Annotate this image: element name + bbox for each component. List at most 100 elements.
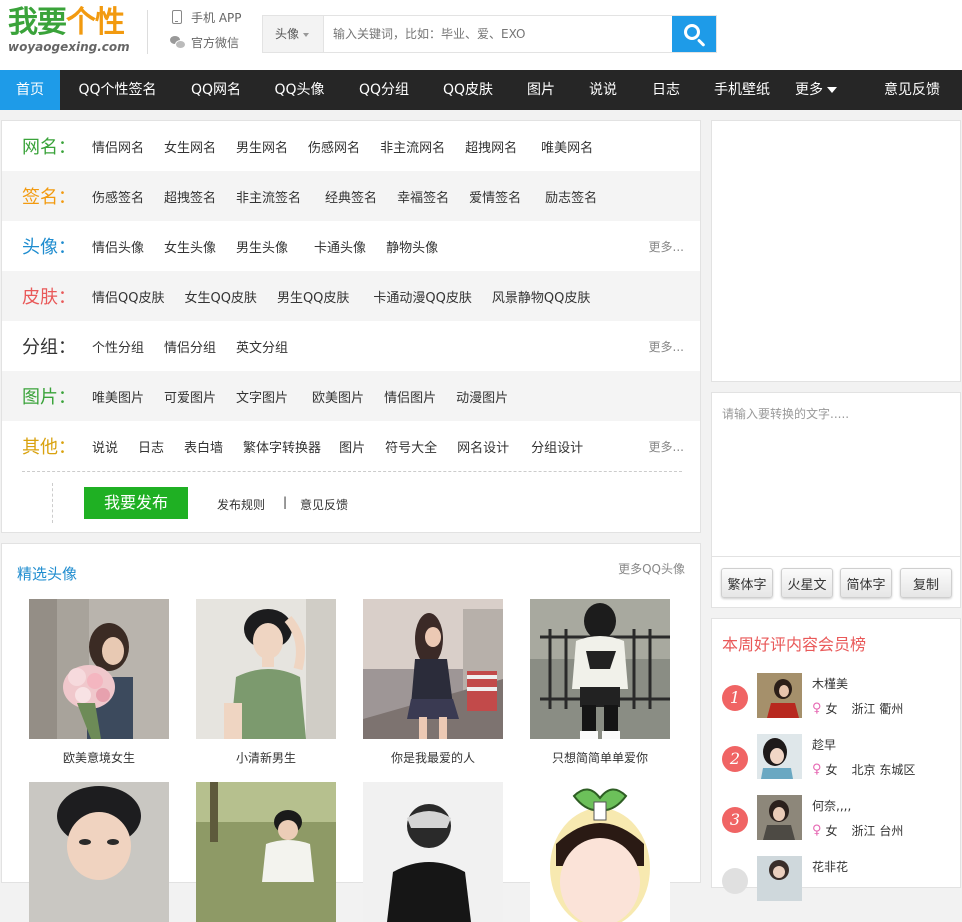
category-link[interactable]: 非主流签名 [236,187,301,206]
avatar-thumbnail[interactable] [196,782,336,922]
category-link[interactable]: 超拽网名 [465,137,517,156]
category-link[interactable]: 卡通头像 [314,237,366,256]
converter-input[interactable] [712,393,960,557]
member-name[interactable]: 花非花 [812,858,848,875]
wechat-link[interactable]: 官方微信 [170,33,242,51]
category-link[interactable]: 卡通动漫QQ皮肤 [373,287,471,306]
category-link[interactable]: 非主流网名 [380,137,445,156]
category-link[interactable]: 可爱图片 [164,387,216,406]
category-link[interactable]: 动漫图片 [456,387,508,406]
rank-item[interactable]: 3 何奈,,,, ♀ 女 浙江 台州 [722,795,952,845]
search-type-select[interactable]: 头像 [263,16,324,52]
search-input[interactable] [325,16,670,52]
member-location: 北京 东城区 [851,763,916,777]
category-link[interactable]: 伤感网名 [308,137,360,156]
caret-down-icon [303,32,310,37]
section-title: 本周好评内容会员榜 [722,635,867,654]
member-location: 浙江 衢州 [851,702,904,716]
category-link[interactable]: 风景静物QQ皮肤 [492,287,590,306]
avatar-thumbnail[interactable] [29,599,169,739]
category-link[interactable]: 分组设计 [531,437,583,456]
nav-qq-avatar[interactable]: QQ头像 [257,70,342,110]
category-link[interactable]: 男生QQ皮肤 [277,287,349,306]
avatar-thumbnail[interactable] [29,782,169,922]
category-link[interactable]: 英文分组 [236,337,288,356]
divider [52,483,53,523]
category-link[interactable]: 表白墙 [184,437,223,456]
nav-wallpaper[interactable]: 手机壁纸 [698,70,786,110]
avatar[interactable] [757,673,802,718]
nav-qq-group[interactable]: QQ分组 [342,70,426,110]
copy-button[interactable]: 复制 [900,568,952,598]
nav-more[interactable]: 更多 [786,70,846,110]
category-more-link[interactable]: 更多... [649,238,684,255]
category-link[interactable]: 繁体字转换器 [243,437,321,456]
member-name[interactable]: 趁早 [812,736,836,753]
category-link[interactable]: 情侣头像 [92,237,144,256]
category-link[interactable]: 男生头像 [236,237,288,256]
simplified-button[interactable]: 简体字 [840,568,892,598]
category-link[interactable]: 情侣图片 [384,387,436,406]
traditional-button[interactable]: 繁体字 [721,568,773,598]
category-link[interactable]: 爱情签名 [469,187,521,206]
category-link[interactable]: 经典签名 [325,187,377,206]
category-link[interactable]: 伤感签名 [92,187,144,206]
nav-feedback[interactable]: 意见反馈 [862,70,962,110]
rank-item[interactable]: 2 趁早 ♀ 女 北京 东城区 [722,734,952,784]
category-link[interactable]: 唯美网名 [541,137,593,156]
avatar-thumbnail[interactable] [530,599,670,739]
nav-qq-nickname[interactable]: QQ网名 [175,70,257,110]
nav-shuoshuo[interactable]: 说说 [572,70,634,110]
wechat-icon [170,35,186,49]
more-avatars-link[interactable]: 更多QQ头像 [618,560,685,577]
category-row-group: 分组： 个性分组 情侣分组 英文分组 更多... [2,321,700,371]
category-link[interactable]: 唯美图片 [92,387,144,406]
category-link[interactable]: 励志签名 [545,187,597,206]
featured-avatars: 精选头像 更多QQ头像 欧美意境女生 小清新男生 你是我最爱的人 只想简简单单爱… [1,543,701,922]
avatar-thumbnail[interactable] [530,782,670,922]
header-divider [147,10,148,54]
avatar[interactable] [757,795,802,840]
mobile-app-link[interactable]: 手机 APP [170,8,242,26]
publish-rules-link[interactable]: 发布规则 [217,496,265,513]
category-link[interactable]: 男生网名 [236,137,288,156]
category-link[interactable]: 符号大全 [385,437,437,456]
category-link[interactable]: 超拽签名 [164,187,216,206]
category-link[interactable]: 女生QQ皮肤 [184,287,256,306]
category-link[interactable]: 文字图片 [236,387,288,406]
avatar[interactable] [757,734,802,779]
publish-button[interactable]: 我要发布 [84,487,188,519]
member-name[interactable]: 木槿美 [812,675,848,692]
search-button[interactable] [672,16,716,52]
avatar-thumbnail[interactable] [196,599,336,739]
category-link[interactable]: 说说 [92,437,118,456]
category-link[interactable]: 情侣网名 [92,137,144,156]
martian-text-button[interactable]: 火星文 [781,568,833,598]
category-link[interactable]: 图片 [339,437,365,456]
category-link[interactable]: 幸福签名 [397,187,449,206]
nav-qq-skin[interactable]: QQ皮肤 [426,70,510,110]
category-link[interactable]: 女生网名 [164,137,216,156]
category-link[interactable]: 情侣分组 [164,337,216,356]
site-logo[interactable]: 我要个性 woyaogexing.com [8,6,136,56]
avatar-thumbnail[interactable] [363,782,503,922]
category-link[interactable]: 网名设计 [457,437,509,456]
nav-qq-signature[interactable]: QQ个性签名 [60,70,175,110]
category-more-link[interactable]: 更多... [649,338,684,355]
category-link[interactable]: 个性分组 [92,337,144,356]
feedback-link[interactable]: 意见反馈 [300,496,348,513]
category-link[interactable]: 女生头像 [164,237,216,256]
nav-home[interactable]: 首页 [0,70,60,110]
category-link[interactable]: 日志 [138,437,164,456]
category-link[interactable]: 欧美图片 [312,387,364,406]
avatar-thumbnail[interactable] [363,599,503,739]
nav-diary[interactable]: 日志 [634,70,698,110]
member-name[interactable]: 何奈,,,, [812,797,851,814]
nav-images[interactable]: 图片 [510,70,572,110]
rank-item[interactable]: 1 木槿美 ♀ 女 浙江 衢州 [722,673,952,723]
avatar[interactable] [757,856,802,901]
rank-item[interactable]: 花非花 [722,856,952,906]
category-link[interactable]: 静物头像 [386,237,438,256]
category-more-link[interactable]: 更多... [649,438,684,455]
category-link[interactable]: 情侣QQ皮肤 [92,287,164,306]
